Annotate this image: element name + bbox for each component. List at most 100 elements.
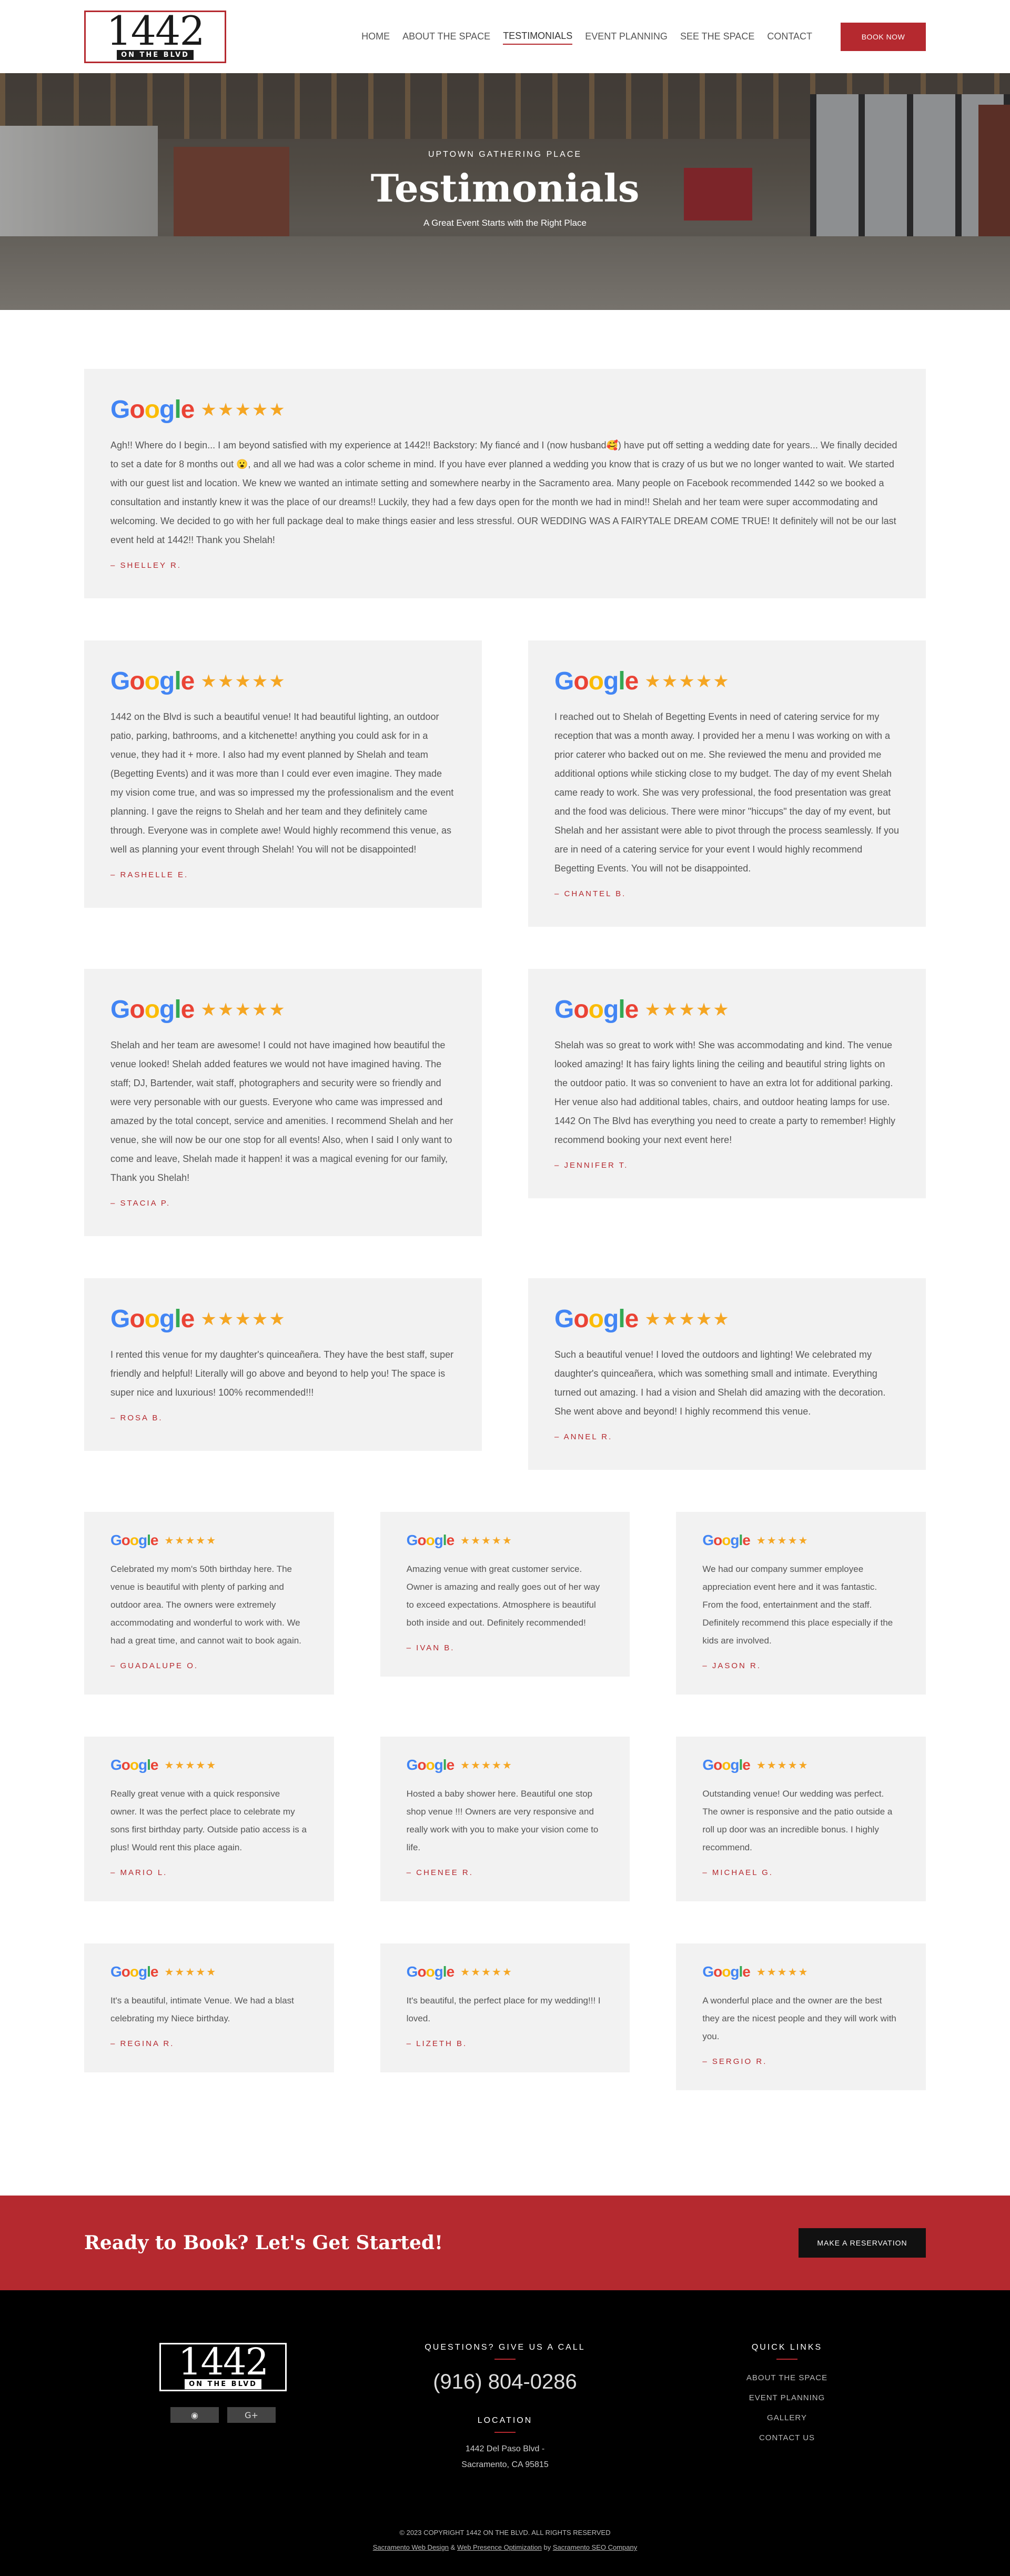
review-text: Amazing venue with great customer servic… [406, 1564, 600, 1628]
footer-quick-links: QUICK LINKS ABOUT THE SPACE EVENT PLANNI… [648, 2343, 926, 2473]
five-star-icon: ★★★★★ [164, 1535, 217, 1547]
nav-item-home[interactable]: HOME [361, 29, 390, 44]
google-rating-badge: Google ★★★★★ [110, 995, 456, 1024]
footer-link-contact[interactable]: CONTACT US [759, 2428, 815, 2448]
google-rating-badge: Google ★★★★★ [554, 1305, 900, 1334]
five-star-icon: ★★★★★ [200, 399, 286, 420]
footer-brand: 1442 ON THE BLVD ◉ G+ [84, 2343, 362, 2473]
review-author: – REGINA R. [110, 2039, 175, 2048]
heading-divider [494, 2359, 516, 2360]
google-logo-icon: Google [406, 1757, 454, 1773]
credit-link-seo[interactable]: Sacramento SEO Company [553, 2543, 637, 2551]
review-text: Outstanding venue! Our wedding was perfe… [702, 1789, 893, 1852]
google-logo-icon: Google [110, 396, 195, 424]
footer-link-about[interactable]: ABOUT THE SPACE [746, 2368, 827, 2388]
five-star-icon: ★★★★★ [200, 671, 286, 691]
review-text: It's beautiful, the perfect place for my… [406, 1996, 601, 2023]
footer-logo[interactable]: 1442 ON THE BLVD [159, 2343, 287, 2391]
review-author: – GUADALUPE O. [110, 1661, 199, 1670]
google-logo-icon: Google [554, 667, 639, 695]
five-star-icon: ★★★★★ [460, 1535, 513, 1547]
copyright: © 2023 COPYRIGHT 1442 ON THE BLVD. ALL R… [84, 2525, 926, 2555]
google-logo-icon: Google [554, 1305, 639, 1333]
footer-logo-subtitle: ON THE BLVD [185, 2379, 261, 2389]
address-line-2: Sacramento, CA 95815 [461, 2460, 549, 2469]
five-star-icon: ★★★★★ [164, 1759, 217, 1771]
five-star-icon: ★★★★★ [460, 1966, 513, 1978]
footer-contact: QUESTIONS? GIVE US A CALL (916) 804-0286… [366, 2343, 644, 2473]
review-author: – LIZETH B. [406, 2039, 468, 2048]
google-logo-icon: Google [406, 1532, 454, 1548]
google-rating-badge: Google ★★★★★ [554, 995, 900, 1024]
google-logo-icon: Google [110, 1305, 195, 1333]
instagram-icon[interactable]: ◉ [170, 2407, 219, 2423]
review-author: – ANNEL R. [554, 1432, 613, 1441]
booking-cta: Ready to Book? Let's Get Started! MAKE A… [0, 2196, 1010, 2290]
google-rating-badge: Google ★★★★★ [407, 1963, 604, 1980]
testimonial-row: Google ★★★★★ Celebrated my mom's 50th bi… [84, 1512, 926, 1695]
five-star-icon: ★★★★★ [756, 1966, 809, 1978]
review-author: – ROSA B. [110, 1414, 163, 1422]
google-logo-icon: Google [110, 667, 195, 695]
review-author: – STACIA P. [110, 1199, 171, 1208]
nav-item-about[interactable]: ABOUT THE SPACE [402, 29, 490, 44]
testimonial-card: Google ★★★★★ Hosted a baby shower here. … [380, 1737, 630, 1901]
review-author: – MARIO L. [110, 1868, 168, 1877]
testimonial-row: Google ★★★★★ Shelah and her team are awe… [84, 969, 926, 1236]
five-star-icon: ★★★★★ [164, 1966, 217, 1978]
footer-link-event-planning[interactable]: EVENT PLANNING [749, 2388, 825, 2408]
review-author: – MICHAEL G. [702, 1868, 773, 1877]
review-text: Shelah was so great to work with! She wa… [554, 1040, 896, 1145]
review-text: Shelah and her team are awesome! I could… [110, 1040, 453, 1183]
review-text: Celebrated my mom's 50th birthday here. … [110, 1564, 301, 1646]
five-star-icon: ★★★★★ [200, 999, 286, 1020]
five-star-icon: ★★★★★ [756, 1535, 809, 1547]
google-logo-icon: Google [702, 1963, 750, 1980]
heading-divider [776, 2359, 797, 2360]
google-rating-badge: Google ★★★★★ [407, 1757, 604, 1773]
credit-by: by [543, 2543, 551, 2551]
quick-links-heading: QUICK LINKS [751, 2343, 823, 2352]
location-heading: LOCATION [477, 2416, 533, 2425]
google-plus-icon[interactable]: G+ [227, 2407, 276, 2423]
review-text: Really great venue with a quick responsi… [110, 1789, 307, 1852]
credit-link-web-presence[interactable]: Web Presence Optimization [457, 2543, 542, 2551]
testimonial-card: Google ★★★★★ Outstanding venue! Our wedd… [676, 1737, 926, 1901]
page-title: Testimonials [370, 165, 640, 211]
cta-title-bold: Let's Get Started! [255, 2232, 443, 2254]
make-reservation-button[interactable]: MAKE A RESERVATION [799, 2228, 926, 2258]
cta-title-plain: Ready to Book? [84, 2232, 249, 2254]
phone-number[interactable]: (916) 804-0286 [433, 2370, 577, 2394]
five-star-icon: ★★★★★ [756, 1759, 809, 1771]
site-logo[interactable]: 1442 ON THE BLVD [84, 10, 226, 63]
nav-item-contact[interactable]: CONTACT [767, 29, 812, 44]
google-logo-icon: Google [110, 1757, 158, 1773]
review-author: – JASON R. [702, 1661, 762, 1670]
google-logo-icon: Google [110, 1532, 158, 1548]
five-star-icon: ★★★★★ [644, 671, 730, 691]
review-text: I reached out to Shelah of Begetting Eve… [554, 711, 900, 874]
five-star-icon: ★★★★★ [644, 999, 730, 1020]
footer-link-gallery[interactable]: GALLERY [767, 2408, 807, 2428]
google-rating-badge: Google ★★★★★ [110, 667, 456, 696]
credit-link-web-design[interactable]: Sacramento Web Design [373, 2543, 449, 2551]
testimonial-card: Google ★★★★★ We had our company summer e… [676, 1512, 926, 1695]
call-heading: QUESTIONS? GIVE US A CALL [425, 2343, 585, 2352]
testimonial-card: Google ★★★★★ Such a beautiful venue! I l… [528, 1278, 926, 1470]
heading-divider [494, 2432, 516, 2433]
nav-item-testimonials[interactable]: TESTIMONIALS [503, 28, 573, 45]
testimonials-section: Google ★★★★★ Agh!! Where do I begin... I… [0, 310, 1010, 2164]
logo-subtitle: ON THE BLVD [117, 50, 194, 60]
nav-item-see-space[interactable]: SEE THE SPACE [680, 29, 754, 44]
review-author: – IVAN B. [406, 1643, 455, 1652]
testimonial-card: Google ★★★★★ It's a beautiful, intimate … [84, 1943, 334, 2072]
google-logo-icon: Google [702, 1757, 750, 1773]
five-star-icon: ★★★★★ [460, 1759, 513, 1771]
google-rating-badge: Google ★★★★★ [407, 1532, 604, 1549]
review-author: – SERGIO R. [702, 2057, 767, 2066]
book-now-button[interactable]: BOOK NOW [841, 22, 926, 51]
testimonial-row: Google ★★★★★ Agh!! Where do I begin... I… [84, 369, 926, 598]
google-rating-badge: Google ★★★★★ [702, 1532, 900, 1549]
nav-item-event-planning[interactable]: EVENT PLANNING [585, 29, 668, 44]
hero-subtitle: A Great Event Starts with the Right Plac… [423, 217, 587, 228]
